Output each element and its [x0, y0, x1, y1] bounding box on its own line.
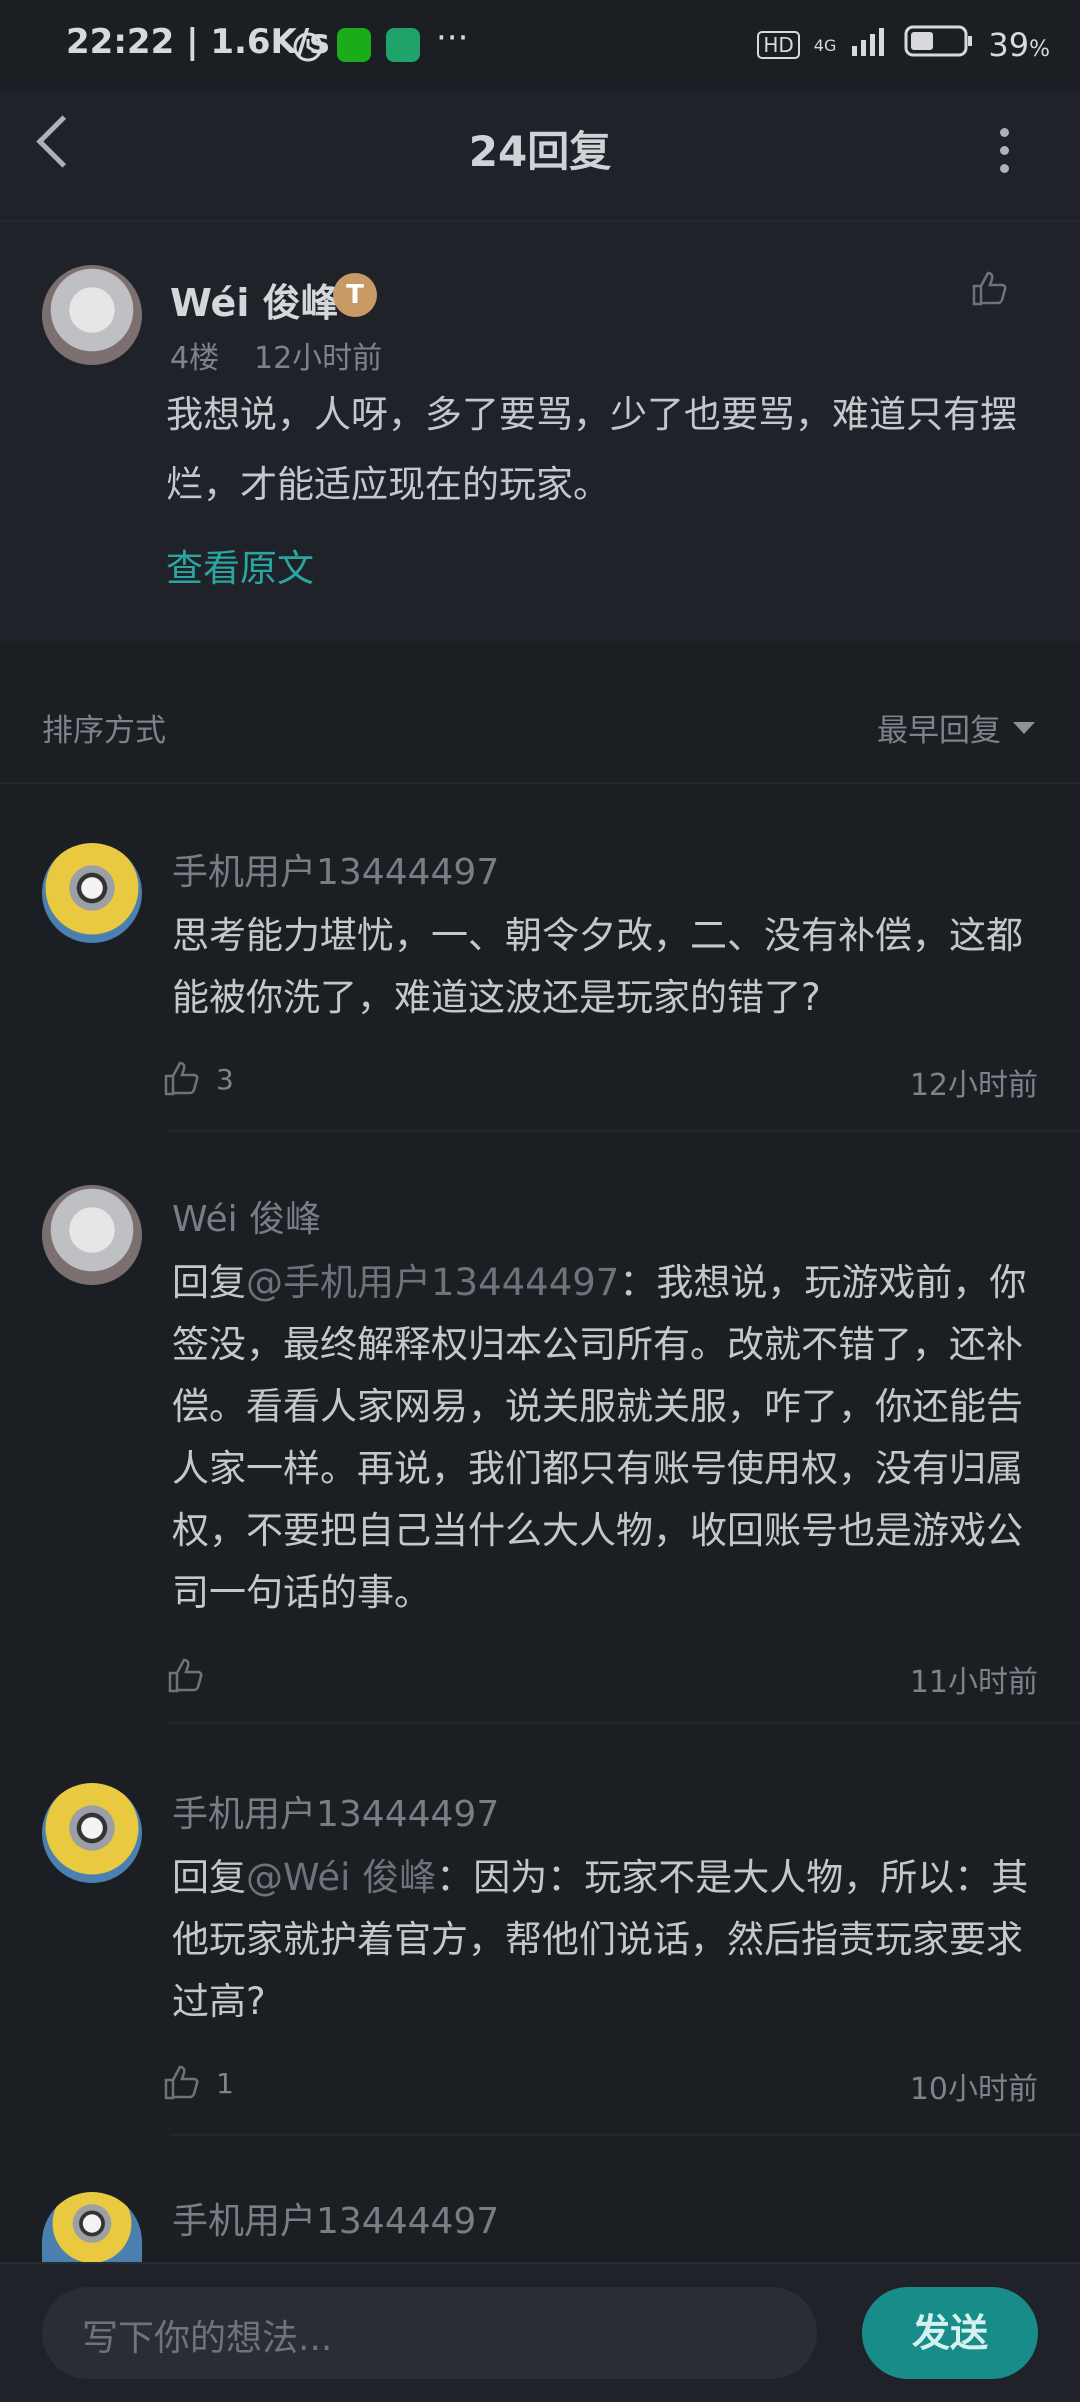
post-author[interactable]: Wéi 俊峰: [170, 272, 339, 327]
battery-icon: [904, 24, 974, 66]
avatar[interactable]: [42, 265, 142, 365]
reply-author[interactable]: 手机用户13444497: [172, 2192, 499, 2244]
reply-time: 12小时前: [909, 1068, 1038, 1103]
avatar[interactable]: [42, 1783, 142, 1883]
post-content: 我想说，人呀，多了要骂，少了也要骂，难道只有摆烂，才能适应现在的玩家。: [166, 393, 1017, 506]
like-icon[interactable]: [166, 1655, 206, 1699]
battery-level: 39: [988, 26, 1030, 64]
reply-prefix: 回复: [172, 1261, 246, 1304]
reply-time: 11小时前: [909, 1665, 1038, 1700]
wechat-icon: [337, 28, 371, 62]
reply-content: 回复@手机用户13444497：我想说，玩游戏前，你签没，最终解释权归本公司所有…: [172, 1252, 1052, 1624]
network-4g-icon: 4G: [813, 35, 837, 55]
user-badge-icon: T: [333, 273, 377, 317]
like-count: 3: [216, 1063, 234, 1096]
more-options-icon[interactable]: [1000, 128, 1010, 182]
signal-icon: [850, 26, 890, 64]
sort-value: 最早回复: [877, 713, 1001, 749]
reply-author[interactable]: Wéi 俊峰: [172, 1190, 321, 1242]
comment-input[interactable]: 写下你的想法...: [42, 2287, 817, 2379]
divider: [170, 1130, 1080, 1132]
send-button[interactable]: 发送: [862, 2287, 1038, 2379]
post-floor: 4楼: [170, 341, 220, 376]
avatar[interactable]: [42, 1185, 142, 1285]
reply-content: 回复@Wéi 俊峰：因为：玩家不是大人物，所以：其他玩家就护着官方，帮他们说话，…: [172, 1847, 1052, 2033]
like-icon[interactable]: [162, 1058, 202, 1102]
divider: [170, 1722, 1080, 1724]
sort-dropdown[interactable]: 最早回复: [877, 705, 1035, 750]
reply-time: 10小时前: [909, 2072, 1038, 2107]
more-notifications-icon: ···: [436, 18, 469, 58]
like-icon[interactable]: [970, 268, 1010, 308]
battery-percent: 39%: [988, 26, 1050, 64]
avatar[interactable]: [42, 2192, 142, 2262]
like-icon[interactable]: [162, 2062, 202, 2106]
avatar[interactable]: [42, 843, 142, 943]
status-right: HD 4G 39%: [757, 24, 1050, 66]
reply-author[interactable]: 手机用户13444497: [172, 1785, 499, 1837]
comment-placeholder: 写下你的想法...: [82, 2318, 333, 2359]
divider: [170, 2134, 1080, 2136]
reply-prefix: 回复: [172, 1856, 246, 1899]
status-bar: 22:22 | 1.6K/s ··· HD 4G 39%: [0, 0, 1080, 90]
hd-icon: HD: [757, 31, 800, 59]
mention-link[interactable]: @手机用户13444497: [246, 1261, 619, 1304]
reply-content: 思考能力堪忧，一、朝令夕改，二、没有补偿，这都能被你洗了，难道这波还是玩家的错了…: [172, 914, 1023, 1019]
mention-link[interactable]: @Wéi 俊峰: [246, 1856, 436, 1899]
sort-label: 排序方式: [42, 713, 166, 749]
reply-text: ：我想说，玩游戏前，你签没，最终解释权归本公司所有。改就不错了，还补偿。看看人家…: [172, 1261, 1027, 1614]
post-time: 12小时前: [254, 341, 383, 376]
reply-author[interactable]: 手机用户13444497: [172, 843, 499, 895]
security-icon: [386, 28, 420, 62]
battery-unit: %: [1029, 37, 1050, 62]
like-count: 1: [216, 2067, 234, 2100]
dropdown-arrow-icon: [1013, 721, 1035, 734]
alarm-icon: [290, 27, 326, 67]
page-title: 24回复: [468, 127, 612, 176]
view-original-link[interactable]: 查看原文: [166, 538, 314, 592]
